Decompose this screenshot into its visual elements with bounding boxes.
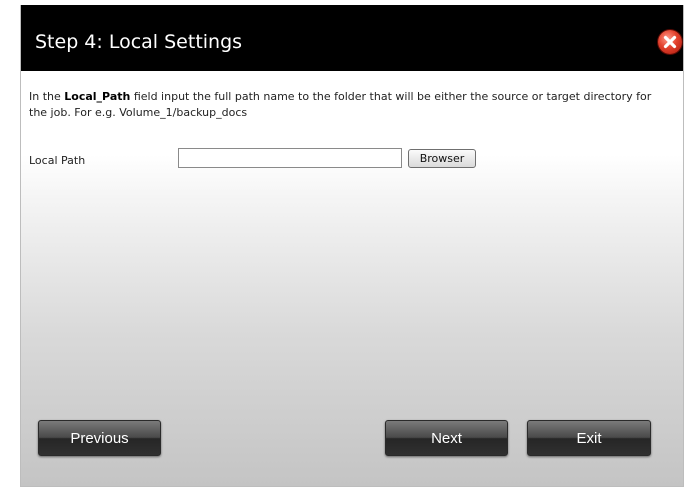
previous-button[interactable]: Previous: [38, 420, 161, 456]
browser-button[interactable]: Browser: [408, 149, 476, 168]
local-path-label: Local Path: [29, 154, 86, 167]
next-button[interactable]: Next: [385, 420, 508, 456]
dialog-titlebar: Step 4: Local Settings: [21, 5, 683, 71]
local-path-input[interactable]: [178, 148, 402, 168]
dialog-title: Step 4: Local Settings: [35, 31, 243, 53]
exit-button[interactable]: Exit: [527, 420, 651, 456]
instructions-text: In the Local_Path field input the full p…: [29, 89, 669, 121]
instructions-field-name: Local_Path: [64, 90, 131, 103]
close-button[interactable]: [658, 30, 682, 54]
step4-dialog: Step 4: Local Settings In the Local_Path…: [20, 5, 684, 487]
instructions-prefix: In the: [29, 90, 65, 103]
close-x-icon: [663, 35, 677, 49]
